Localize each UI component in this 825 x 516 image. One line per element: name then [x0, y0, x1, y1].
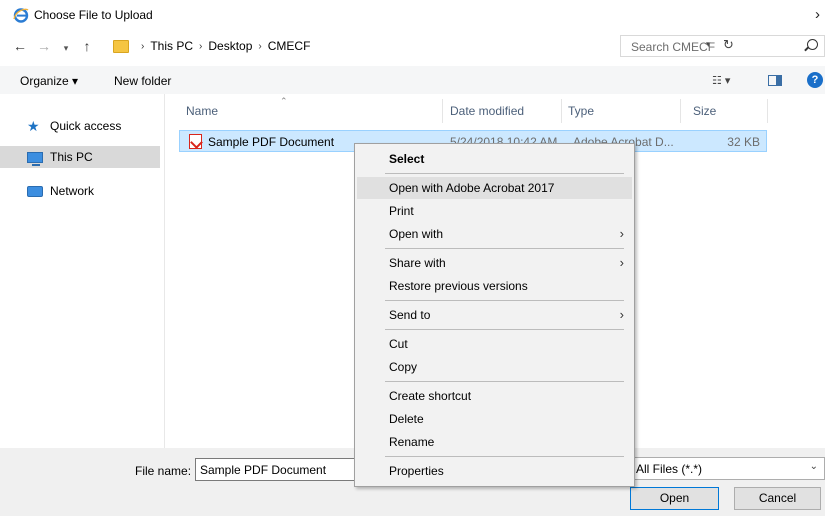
breadcrumb-separator-icon: ›: [141, 40, 145, 52]
sidebar-item-label: Quick access: [50, 119, 122, 133]
navigation-pane: ★ Quick access This PC Network: [0, 94, 165, 448]
chevron-down-icon: ⌄: [809, 461, 818, 472]
menu-divider: [385, 248, 624, 249]
menu-divider: [385, 173, 624, 174]
star-icon: ★: [27, 118, 40, 134]
menu-item-label: Cut: [389, 337, 408, 351]
menu-item-copy[interactable]: Copy: [357, 356, 632, 378]
recent-locations-chevron-down-icon[interactable]: ▾: [58, 40, 74, 56]
menu-item-rename[interactable]: Rename: [357, 431, 632, 453]
breadcrumb-this-pc[interactable]: This PC: [150, 39, 193, 53]
address-bar[interactable]: › This PC › Desktop › CMECF ▾ ↻: [111, 35, 734, 57]
column-divider[interactable]: [767, 99, 768, 123]
network-icon: [27, 185, 43, 197]
menu-item-select[interactable]: Select: [357, 148, 632, 170]
up-arrow-icon[interactable]: ↑: [79, 38, 95, 54]
title-bar: Choose File to Upload ›: [0, 0, 825, 32]
menu-item-create-shortcut[interactable]: Create shortcut: [357, 385, 632, 407]
open-button[interactable]: Open: [630, 487, 719, 510]
menu-item-share-with[interactable]: Share with ›: [357, 252, 632, 274]
menu-item-label: Open with: [389, 227, 444, 241]
breadcrumb-separator-icon: ›: [258, 40, 262, 52]
help-icon[interactable]: ?: [807, 72, 823, 88]
cancel-button[interactable]: Cancel: [734, 487, 821, 510]
menu-item-label: Open with Adobe Acrobat 2017: [389, 181, 555, 195]
breadcrumb-desktop[interactable]: Desktop: [208, 39, 252, 53]
menu-item-label: Delete: [389, 412, 424, 426]
sidebar-item-quick-access[interactable]: ★ Quick access: [0, 115, 160, 137]
forward-arrow-icon[interactable]: →: [36, 38, 52, 54]
menu-divider: [385, 300, 624, 301]
menu-item-properties[interactable]: Properties: [357, 460, 632, 482]
breadcrumb-cmecf[interactable]: CMECF: [268, 39, 311, 53]
file-type-selected-value: All Files (*.*): [636, 462, 703, 476]
close-icon[interactable]: ›: [815, 6, 820, 23]
column-header-type[interactable]: Type: [568, 104, 594, 118]
menu-item-restore-previous-versions[interactable]: Restore previous versions: [357, 275, 632, 297]
menu-item-cut[interactable]: Cut: [357, 333, 632, 355]
menu-item-label: Select: [389, 152, 425, 166]
command-toolbar: Organize ▾ New folder ☷ ▾ ?: [0, 66, 825, 94]
search-icon: [807, 39, 818, 50]
file-type-select[interactable]: All Files (*.*) ⌄: [630, 457, 825, 480]
menu-item-label: Rename: [389, 435, 435, 449]
menu-item-label: Restore previous versions: [389, 279, 528, 293]
change-view-icon[interactable]: ☷ ▾: [712, 74, 730, 87]
file-name: Sample PDF Document: [208, 135, 335, 149]
internet-explorer-icon: [13, 8, 29, 23]
organize-button[interactable]: Organize ▾: [20, 74, 78, 88]
submenu-arrow-icon: ›: [619, 226, 624, 241]
window-title: Choose File to Upload: [34, 8, 153, 22]
address-row: ← → ▾ ↑ › This PC › Desktop › CMECF ▾ ↻ …: [0, 34, 825, 60]
computer-icon: [27, 151, 43, 166]
menu-item-label: Share with: [389, 256, 446, 270]
sidebar-item-label: This PC: [50, 150, 93, 164]
menu-item-label: Create shortcut: [389, 389, 472, 403]
menu-item-label: Print: [389, 204, 414, 218]
menu-item-label: Properties: [389, 464, 444, 478]
menu-item-open-with[interactable]: Open with ›: [357, 223, 632, 245]
column-divider[interactable]: [442, 99, 443, 123]
menu-item-open-with-adobe-acrobat[interactable]: Open with Adobe Acrobat 2017: [357, 177, 632, 199]
column-header-date-modified[interactable]: Date modified: [450, 104, 524, 118]
menu-item-label: Copy: [389, 360, 418, 374]
back-arrow-icon[interactable]: ←: [12, 38, 28, 54]
context-menu: Select Open with Adobe Acrobat 2017 Prin…: [354, 143, 635, 487]
column-header-size[interactable]: Size: [693, 104, 716, 118]
menu-divider: [385, 329, 624, 330]
new-folder-button[interactable]: New folder: [114, 74, 171, 88]
breadcrumb-separator-icon: ›: [199, 40, 203, 52]
menu-item-label: Send to: [389, 308, 431, 322]
column-header-name[interactable]: Name: [186, 104, 218, 118]
sort-ascending-icon: ⌃: [280, 96, 288, 106]
submenu-arrow-icon: ›: [619, 255, 624, 270]
sidebar-item-this-pc[interactable]: This PC: [0, 146, 160, 168]
search-placeholder: Search CMECF: [631, 40, 716, 54]
sidebar-item-label: Network: [50, 184, 95, 198]
sidebar-item-network[interactable]: Network: [0, 180, 160, 202]
menu-divider: [385, 381, 624, 382]
menu-item-send-to[interactable]: Send to ›: [357, 304, 632, 326]
menu-divider: [385, 456, 624, 457]
pdf-icon: [189, 134, 202, 149]
file-size: 32 KB: [727, 135, 760, 149]
file-name-label: File name:: [135, 464, 192, 478]
submenu-arrow-icon: ›: [619, 307, 624, 322]
folder-icon: [113, 39, 129, 53]
preview-pane-icon[interactable]: [768, 75, 782, 86]
menu-item-print[interactable]: Print: [357, 200, 632, 222]
search-input[interactable]: Search CMECF: [620, 35, 825, 57]
file-name-field[interactable]: [195, 458, 365, 481]
menu-item-delete[interactable]: Delete: [357, 408, 632, 430]
column-divider[interactable]: [680, 99, 681, 123]
column-divider[interactable]: [561, 99, 562, 123]
